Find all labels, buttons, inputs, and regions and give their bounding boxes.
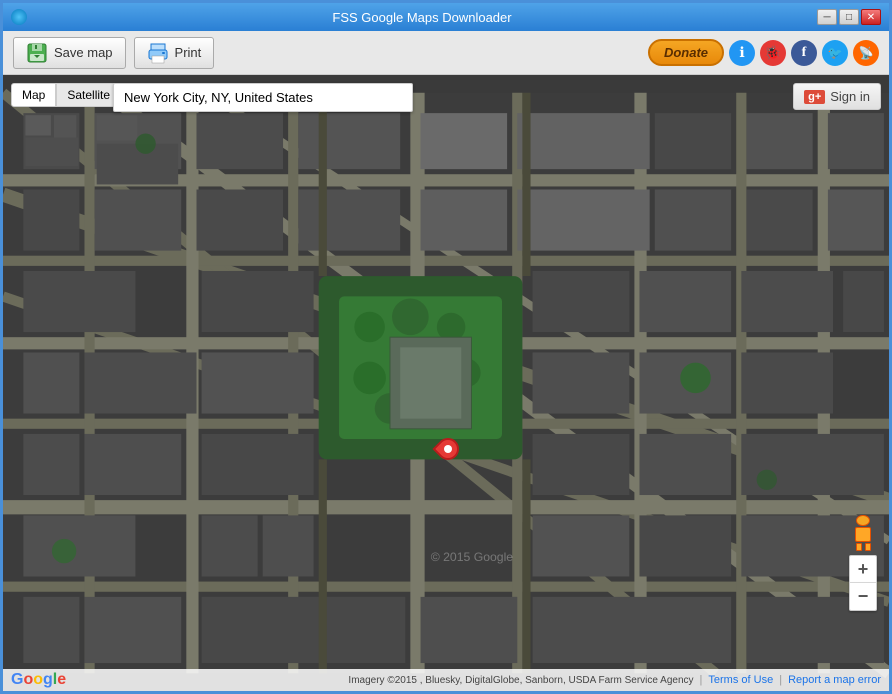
maximize-button[interactable]: □ [839, 9, 859, 25]
search-box [113, 83, 413, 112]
map-container[interactable]: © 2015 Google Map Satellite g+ Sign in [3, 75, 889, 691]
google-logo: Google [11, 671, 66, 689]
map-marker[interactable] [437, 438, 459, 460]
save-map-label: Save map [54, 45, 113, 60]
facebook-icon: f [802, 45, 807, 61]
map-background: © 2015 Google [3, 75, 889, 691]
map-type-map-button[interactable]: Map [11, 83, 56, 107]
rss-button[interactable]: 📡 [853, 40, 879, 66]
title-bar: FSS Google Maps Downloader ─ □ ✕ [3, 3, 889, 31]
map-type-satellite-button[interactable]: Satellite [56, 83, 121, 107]
zoom-controls: + − [849, 515, 877, 611]
app-icon [11, 9, 27, 25]
gplus-icon: g+ [804, 90, 825, 104]
window-controls: ─ □ ✕ [817, 9, 881, 25]
terms-of-use-link[interactable]: Terms of Use [708, 674, 773, 686]
toolbar-right: Donate ℹ 🐞 f 🐦 📡 [648, 39, 879, 66]
map-attribution: Imagery ©2015 , Bluesky, DigitalGlobe, S… [348, 675, 693, 686]
sign-in-button[interactable]: g+ Sign in [793, 83, 881, 110]
minimize-button[interactable]: ─ [817, 9, 837, 25]
save-map-button[interactable]: Save map [13, 37, 126, 69]
print-button[interactable]: Print [134, 37, 215, 69]
zoom-out-button[interactable]: − [849, 583, 877, 611]
twitter-icon: 🐦 [828, 46, 843, 60]
zoom-in-button[interactable]: + [849, 555, 877, 583]
rss-icon: 📡 [859, 46, 874, 60]
print-label: Print [175, 45, 202, 60]
pegman-button[interactable] [849, 515, 877, 551]
satellite-view: © 2015 Google [3, 75, 889, 691]
map-footer: Google Imagery ©2015 , Bluesky, DigitalG… [3, 669, 889, 691]
facebook-button[interactable]: f [791, 40, 817, 66]
twitter-button[interactable]: 🐦 [822, 40, 848, 66]
separator-1: | [700, 674, 703, 686]
window-title: FSS Google Maps Downloader [27, 10, 817, 25]
svg-text:© 2015 Google: © 2015 Google [431, 550, 514, 564]
toolbar-left: Save map Print [13, 37, 648, 69]
report-error-link[interactable]: Report a map error [788, 674, 881, 686]
sign-in-label: Sign in [830, 89, 870, 104]
close-button[interactable]: ✕ [861, 9, 881, 25]
donate-button[interactable]: Donate [648, 39, 724, 66]
save-icon [26, 42, 48, 64]
search-input[interactable] [113, 83, 413, 112]
map-svg: © 2015 Google [3, 75, 889, 691]
separator-2: | [779, 674, 782, 686]
info-icon: ℹ [739, 44, 744, 61]
bug-icon: 🐞 [765, 45, 781, 61]
footer-links: Imagery ©2015 , Bluesky, DigitalGlobe, S… [348, 674, 881, 686]
window-frame: FSS Google Maps Downloader ─ □ ✕ Save ma… [0, 0, 892, 694]
map-type-controls: Map Satellite [11, 83, 121, 107]
bug-button[interactable]: 🐞 [760, 40, 786, 66]
toolbar: Save map Print Donate ℹ [3, 31, 889, 75]
info-button[interactable]: ℹ [729, 40, 755, 66]
print-icon [147, 42, 169, 64]
